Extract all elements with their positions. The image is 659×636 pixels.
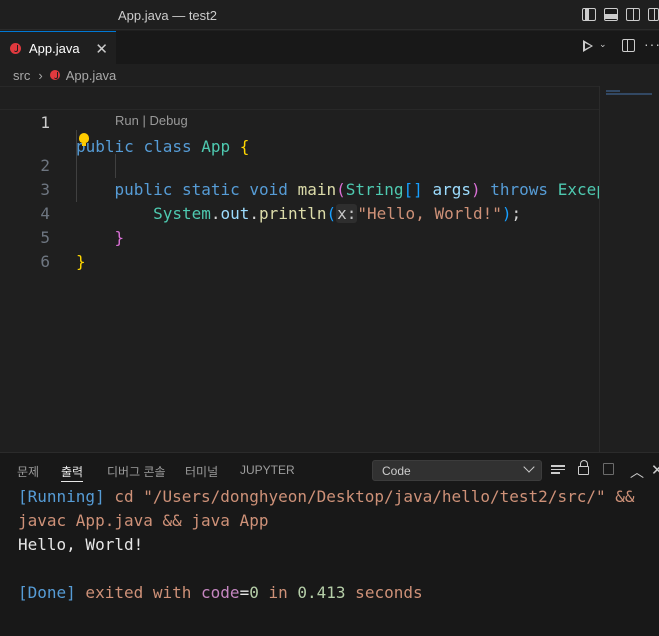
chevron-down-icon	[523, 461, 535, 473]
command-text: javac App.java && java App	[18, 511, 269, 530]
done-text: exited with	[75, 583, 202, 602]
code-line-1[interactable]: 1 public class App {	[0, 86, 600, 156]
java-icon	[10, 42, 21, 54]
tab-output[interactable]: 출력	[61, 463, 84, 482]
exit-code: 0	[249, 583, 259, 602]
tab-terminal[interactable]: 터미널	[185, 463, 218, 480]
toggle-primary-sidebar-icon[interactable]	[582, 8, 596, 21]
output-channel-select[interactable]: Code	[372, 460, 542, 481]
bottom-panel: 문제 출력 디버그 콘솔 터미널 JUPYTER Code ︿ ✕ [Runni…	[0, 452, 659, 636]
breadcrumb: src › App.java	[0, 64, 659, 86]
codelens-run-debug[interactable]: Run | Debug	[115, 113, 188, 128]
output-line: javac App.java && java App	[18, 509, 648, 533]
breadcrumb-folder[interactable]: src	[13, 68, 30, 83]
tab-debug-console[interactable]: 디버그 콘솔	[107, 463, 166, 480]
tab-app-java[interactable]: App.java ✕	[0, 31, 116, 64]
toggle-secondary-sidebar-icon[interactable]	[626, 8, 640, 21]
breadcrumb-file[interactable]: App.java	[66, 68, 117, 83]
output-line: [Done] exited with code=0 in 0.413 secon…	[18, 581, 648, 605]
code-line-3[interactable]: 3 System.out.println(x:"Hello, World!");	[0, 154, 600, 223]
indent-guide	[76, 130, 77, 202]
code-line-4[interactable]: 4 }	[0, 178, 600, 247]
code-line-2[interactable]: 2 public static void main(String[] args)…	[0, 130, 600, 199]
copy-icon[interactable]	[603, 463, 614, 475]
ellipsis-icon[interactable]: ···	[644, 36, 659, 52]
window-title: App.java — test2	[118, 8, 217, 23]
code-editor[interactable]: 1 public class App { Run | Debug 2 publi…	[0, 86, 659, 452]
done-text: in	[258, 583, 298, 602]
title-bar: App.java — test2	[0, 0, 659, 30]
tab-jupyter[interactable]: JUPYTER	[240, 463, 295, 477]
lightbulb-icon[interactable]	[79, 133, 89, 146]
customize-layout-icon[interactable]	[648, 8, 659, 21]
split-editor-icon[interactable]	[622, 39, 635, 52]
code-line-5[interactable]: 5 }	[0, 202, 600, 271]
brace: }	[76, 252, 86, 271]
program-output: Hello, World!	[18, 535, 144, 554]
lock-icon[interactable]	[578, 460, 589, 475]
elapsed-seconds: 0.413	[297, 583, 346, 602]
running-tag: [Running]	[18, 487, 105, 506]
minimap-separator	[599, 86, 600, 452]
clear-output-icon[interactable]	[551, 465, 565, 477]
minimap[interactable]	[606, 90, 654, 98]
done-tag: [Done]	[18, 583, 76, 602]
code-key: code	[201, 583, 240, 602]
indent-guide	[115, 154, 116, 178]
tab-label: App.java	[29, 40, 80, 56]
editor-tab-bar: App.java ✕	[0, 31, 659, 64]
close-icon[interactable]: ✕	[95, 40, 108, 58]
output-channel-value: Code	[382, 464, 411, 478]
chevron-down-icon[interactable]: ⌄	[599, 39, 607, 50]
line-number: 6	[40, 252, 50, 271]
code-line-6[interactable]: 6	[0, 226, 600, 271]
chevron-up-icon[interactable]: ︿	[630, 462, 644, 482]
done-text: seconds	[345, 583, 423, 602]
output-line: [Running] cd "/Users/donghyeon/Desktop/j…	[18, 485, 648, 509]
breadcrumb-separator: ›	[38, 67, 43, 83]
output-line: Hello, World!	[18, 533, 648, 557]
output-line-blank	[18, 557, 648, 581]
close-icon[interactable]: ✕	[651, 461, 659, 479]
play-icon[interactable]	[583, 40, 593, 52]
command-text: cd "/Users/donghyeon/Desktop/java/hello/…	[104, 487, 635, 506]
toggle-panel-icon[interactable]	[604, 8, 618, 21]
java-icon	[49, 70, 60, 80]
output-log[interactable]: [Running] cd "/Users/donghyeon/Desktop/j…	[18, 485, 648, 605]
equals: =	[239, 583, 250, 602]
tab-problems[interactable]: 문제	[17, 463, 39, 480]
